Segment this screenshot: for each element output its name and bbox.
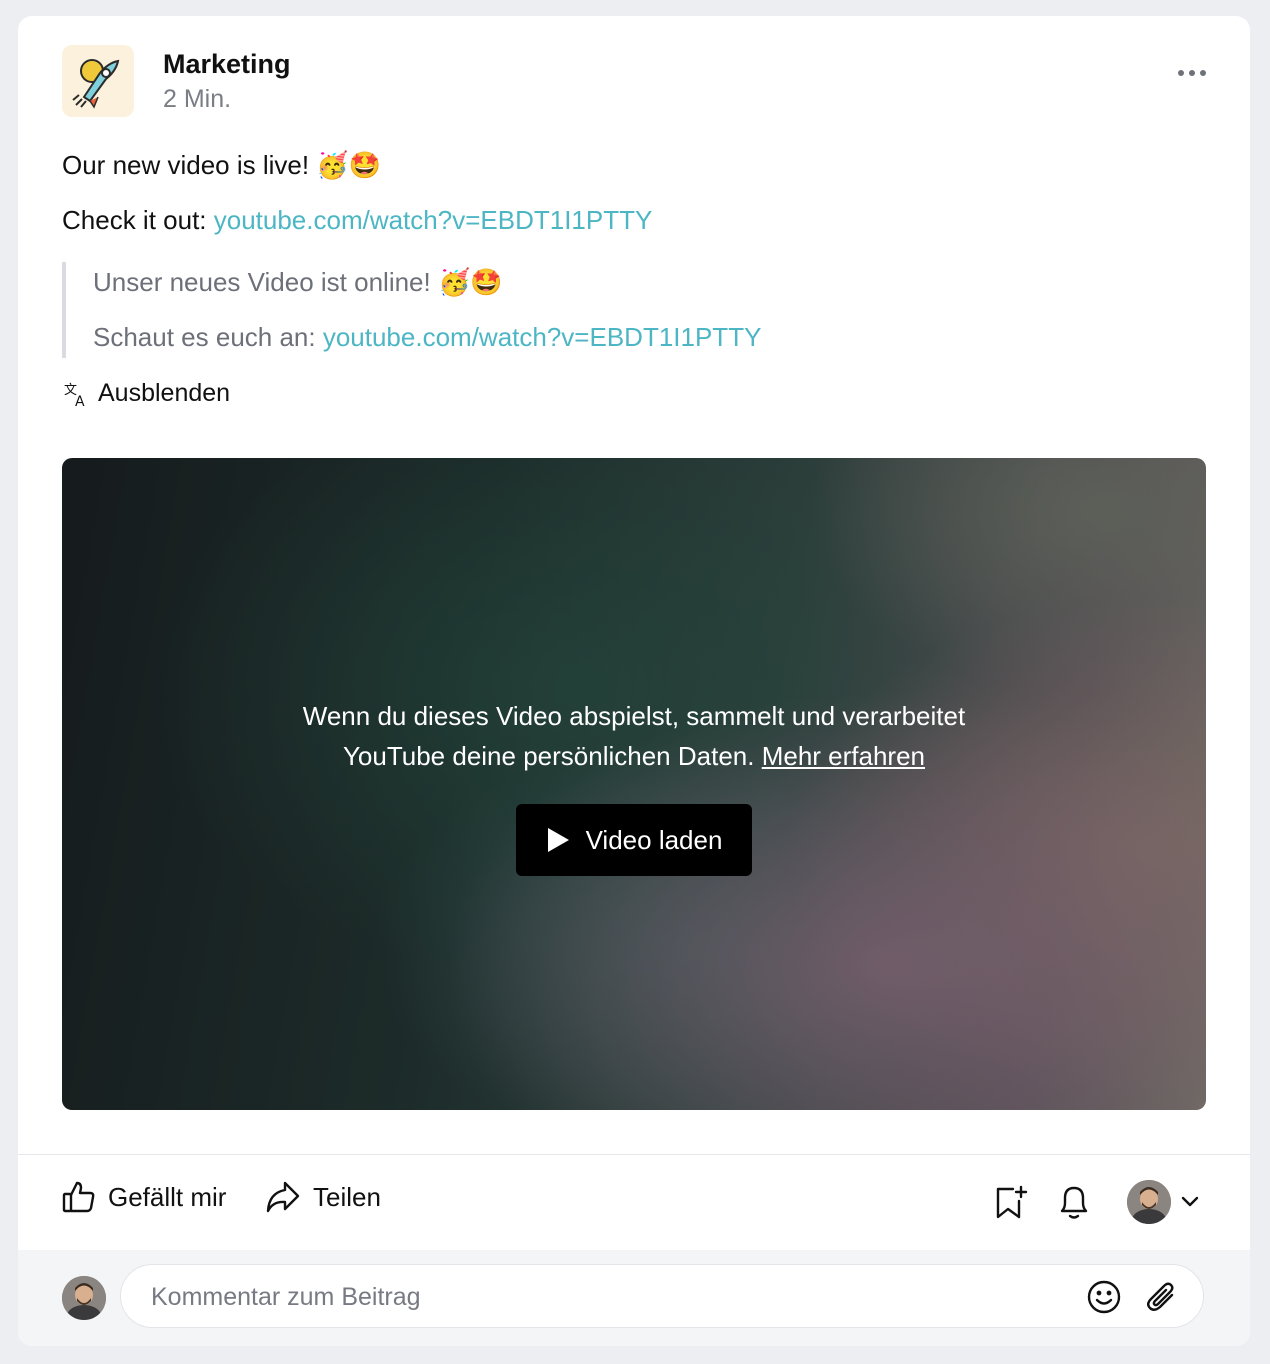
action-divider (18, 1154, 1250, 1155)
hide-translation-button[interactable]: 文 A Ausblenden (62, 379, 230, 408)
translation-line-1: Unser neues Video ist online! 🥳🤩 (93, 267, 503, 297)
privacy-notice: Wenn du dieses Video abspielst, sammelt … (62, 696, 1206, 776)
privacy-notice-line-2-text: YouTube deine persönlichen Daten. (342, 741, 755, 771)
post-line-2: Check it out: youtube.com/watch?v=EBDT1I… (62, 205, 652, 236)
comment-placeholder: Kommentar zum Beitrag (151, 1283, 421, 1311)
svg-text:A: A (75, 394, 85, 408)
post-time: 2 Min. (163, 85, 232, 113)
translation-quote-bar (62, 262, 66, 358)
smiley-icon (1087, 1280, 1121, 1314)
author-name[interactable]: Marketing (163, 49, 291, 80)
hide-translation-label: Ausblenden (98, 379, 231, 407)
user-avatar (1127, 1180, 1171, 1224)
comment-input[interactable]: Kommentar zum Beitrag (120, 1264, 1204, 1328)
translation-line-2-prefix: Schaut es euch an: (93, 322, 323, 352)
translate-icon: 文 A (64, 383, 85, 408)
rocket-logo-icon (72, 59, 120, 109)
attach-button[interactable] (1143, 1278, 1181, 1316)
load-video-button[interactable]: Video laden (516, 804, 752, 876)
translation-video-link[interactable]: youtube.com/watch?v=EBDT1I1PTTY (323, 322, 762, 352)
post-line-1: Our new video is live! 🥳🤩 (62, 150, 382, 180)
bookmark-button[interactable] (988, 1180, 1032, 1224)
like-label: Gefällt mir (108, 1181, 227, 1212)
chevron-down-icon (1181, 1196, 1199, 1207)
bookmark-add-icon (996, 1185, 1028, 1219)
reaction-as-selector[interactable] (1122, 1180, 1204, 1224)
bell-icon (1060, 1186, 1088, 1219)
more-options-button[interactable] (1168, 58, 1216, 88)
post-card: Marketing 2 Min. Our new video is live! … (18, 16, 1250, 1346)
play-icon (547, 828, 569, 852)
share-button[interactable]: Teilen (265, 1180, 381, 1214)
author-avatar[interactable] (62, 45, 134, 117)
translation-line-2: Schaut es euch an: youtube.com/watch?v=E… (93, 322, 761, 353)
post-line-2-prefix: Check it out: (62, 205, 214, 235)
privacy-notice-line-2: YouTube deine persönlichen Daten. Mehr e… (62, 736, 1206, 776)
notifications-button[interactable] (1052, 1180, 1096, 1224)
thumbs-up-icon (62, 1181, 95, 1213)
video-embed: Wenn du dieses Video abspielst, sammelt … (62, 458, 1206, 1110)
more-dots-icon (1178, 70, 1184, 76)
learn-more-link[interactable]: Mehr erfahren (762, 741, 925, 771)
share-label: Teilen (313, 1181, 381, 1212)
emoji-button[interactable] (1085, 1278, 1123, 1316)
like-button[interactable]: Gefällt mir (62, 1180, 226, 1214)
commenter-avatar (62, 1276, 106, 1320)
share-arrow-icon (266, 1181, 300, 1213)
comment-area: Kommentar zum Beitrag (18, 1250, 1250, 1346)
load-video-label: Video laden (585, 824, 723, 855)
paperclip-icon (1147, 1282, 1174, 1311)
privacy-notice-line-1: Wenn du dieses Video abspielst, sammelt … (302, 701, 966, 731)
post-video-link[interactable]: youtube.com/watch?v=EBDT1I1PTTY (214, 205, 653, 235)
